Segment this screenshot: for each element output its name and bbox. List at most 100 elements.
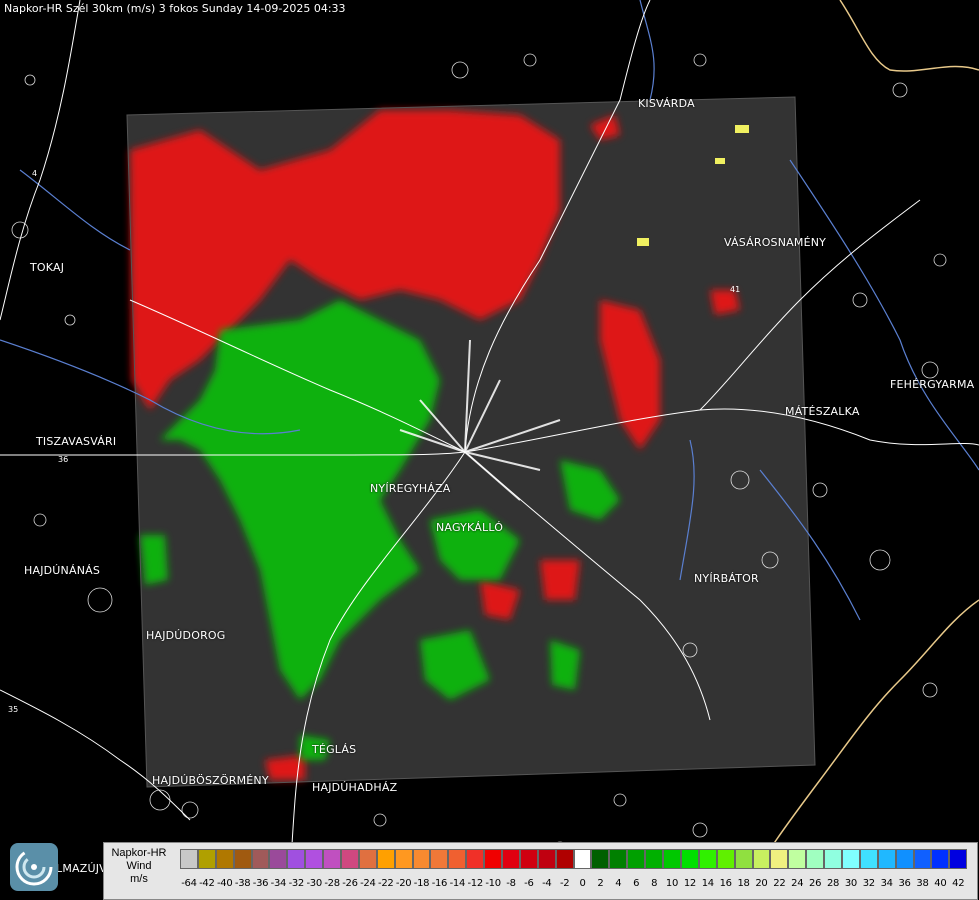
- radar-map: 4 41 36 35: [0, 0, 979, 900]
- road-number-35: 35: [8, 705, 18, 714]
- city-label-vasarosnameny: VÁSÁROSNAMÉNY: [724, 236, 827, 249]
- city-label-nyiregyhaza: NYÍREGYHÁZA: [370, 482, 451, 495]
- legend-tick-label: -2: [559, 878, 570, 889]
- legend-tick-label: 10: [665, 878, 679, 889]
- legend-tick-label: 16: [719, 878, 732, 889]
- legend-swatch: [215, 849, 234, 869]
- legend-tick-label: 4: [615, 878, 622, 889]
- city-label-kisvarda: KISVÁRDA: [638, 97, 695, 110]
- legend-swatch: [806, 849, 825, 869]
- legend-tick-label: 38: [916, 878, 929, 889]
- legend-swatch: [895, 849, 914, 869]
- legend-tick-label: -34: [270, 878, 287, 889]
- legend-tick-label: -6: [524, 878, 534, 889]
- legend-tick-label: 42: [952, 878, 965, 889]
- legend-tick-label: 20: [755, 878, 768, 889]
- legend-tick-label: -42: [199, 878, 215, 889]
- legend-swatch: [430, 849, 449, 869]
- legend-tick-label: 30: [844, 878, 857, 889]
- legend-swatch: [591, 849, 610, 869]
- legend-tick-label: 28: [826, 878, 840, 889]
- legend-tick-label: -38: [234, 878, 251, 889]
- legend-swatch: [752, 849, 771, 869]
- legend-swatch: [645, 849, 664, 869]
- legend-tick-label: -40: [217, 878, 233, 889]
- legend-tick-label: -26: [342, 878, 358, 889]
- map-title: Napkor-HR Szél 30km (m/s) 3 fokos Sunday…: [4, 2, 346, 15]
- legend-swatches: [180, 849, 968, 869]
- legend-tick-label: 12: [683, 878, 696, 889]
- legend-tick-label: 24: [791, 878, 804, 889]
- legend-swatch: [448, 849, 467, 869]
- legend-swatch: [663, 849, 681, 869]
- legend-swatch: [269, 849, 288, 869]
- legend-tick-label: -24: [360, 878, 376, 889]
- legend-swatch: [877, 849, 896, 869]
- legend-title-line-3: m/s: [130, 873, 148, 885]
- city-label-tiszavasvari: TISZAVASVÁRI: [36, 435, 117, 448]
- legend-swatch: [412, 849, 431, 869]
- legend-tick-label: -12: [467, 878, 483, 889]
- legend-tick-label: 2: [597, 878, 604, 889]
- legend-tick-label: -36: [252, 878, 269, 889]
- legend-tick-label: -16: [431, 878, 448, 889]
- legend-swatch: [287, 849, 306, 869]
- legend-tick-label: 26: [809, 878, 822, 889]
- city-label-hajduboszormeny: HAJDÚBÖSZÖRMÉNY: [152, 774, 269, 787]
- legend-tick-label: -64: [181, 878, 197, 889]
- legend-swatch: [824, 849, 842, 869]
- legend-swatch: [519, 849, 538, 869]
- legend-tick-label: 40: [934, 878, 947, 889]
- legend-swatch: [358, 849, 377, 869]
- legend-swatch: [734, 849, 753, 869]
- legend-swatch: [770, 849, 789, 869]
- legend-swatch: [716, 849, 735, 869]
- legend-tick-label: 6: [633, 878, 640, 889]
- napkor-logo: [10, 843, 58, 891]
- legend-swatch: [698, 849, 717, 869]
- legend-swatch: [627, 849, 646, 869]
- legend-swatch: [233, 849, 252, 869]
- legend-swatch: [913, 849, 932, 869]
- legend-swatch: [841, 849, 860, 869]
- legend-swatch: [341, 849, 359, 869]
- legend-swatch: [305, 849, 324, 869]
- city-label-nyirbator: NYÍRBÁTOR: [694, 572, 759, 585]
- legend-tick-label: -4: [542, 878, 552, 889]
- city-label-hajduhadhaz: HAJDÚHADHÁZ: [312, 781, 398, 794]
- legend-tick-label: -22: [378, 878, 394, 889]
- color-legend: Napkor-HR Wind m/s -64 -42 -40 -38 -36 -34 -32…: [103, 842, 978, 900]
- legend-swatch: [537, 849, 556, 869]
- road-number-41: 41: [730, 285, 740, 294]
- legend-tick-label: 34: [880, 878, 893, 889]
- legend-swatch: [394, 849, 413, 869]
- legend-tick-label: -32: [288, 878, 305, 889]
- legend-tick-label: 36: [898, 878, 911, 889]
- legend-swatch: [180, 849, 198, 869]
- legend-title-line-1: Napkor-HR: [111, 847, 167, 859]
- city-label-nagykallo: NAGYKÁLLÓ: [436, 521, 504, 534]
- logo-swirl-icon: [15, 848, 53, 886]
- legend-tick-label: 14: [701, 878, 714, 889]
- legend-swatch: [376, 849, 395, 869]
- legend-tick-label: -28: [324, 878, 340, 889]
- legend-tick-label: -20: [395, 878, 412, 889]
- city-label-tokaj: TOKAJ: [30, 261, 65, 274]
- legend-tick-label: 8: [651, 878, 658, 889]
- legend-swatch: [859, 849, 878, 869]
- legend-swatch: [466, 849, 485, 869]
- road-number-36: 36: [58, 455, 68, 464]
- legend-tick-label: -30: [306, 878, 322, 889]
- legend-swatch: [502, 849, 520, 869]
- legend-tick-label: -10: [485, 878, 501, 889]
- city-label-hajdunanas: HAJDÚNÁNÁS: [24, 564, 101, 577]
- legend-ticks: -64 -42 -40 -38 -36 -34 -32 -30 -28 -26 -24 -22 -20-…: [180, 877, 967, 891]
- country-border: [839, 0, 979, 72]
- legend-swatch: [680, 849, 699, 869]
- legend-tick-label: -14: [449, 878, 466, 889]
- legend-tick-label: 0: [579, 878, 586, 889]
- city-label-mateszalka: MÁTÉSZALKA: [785, 405, 860, 418]
- legend-swatch: [931, 849, 950, 869]
- road-number-4: 4: [32, 169, 37, 178]
- legend-swatch: [484, 849, 503, 869]
